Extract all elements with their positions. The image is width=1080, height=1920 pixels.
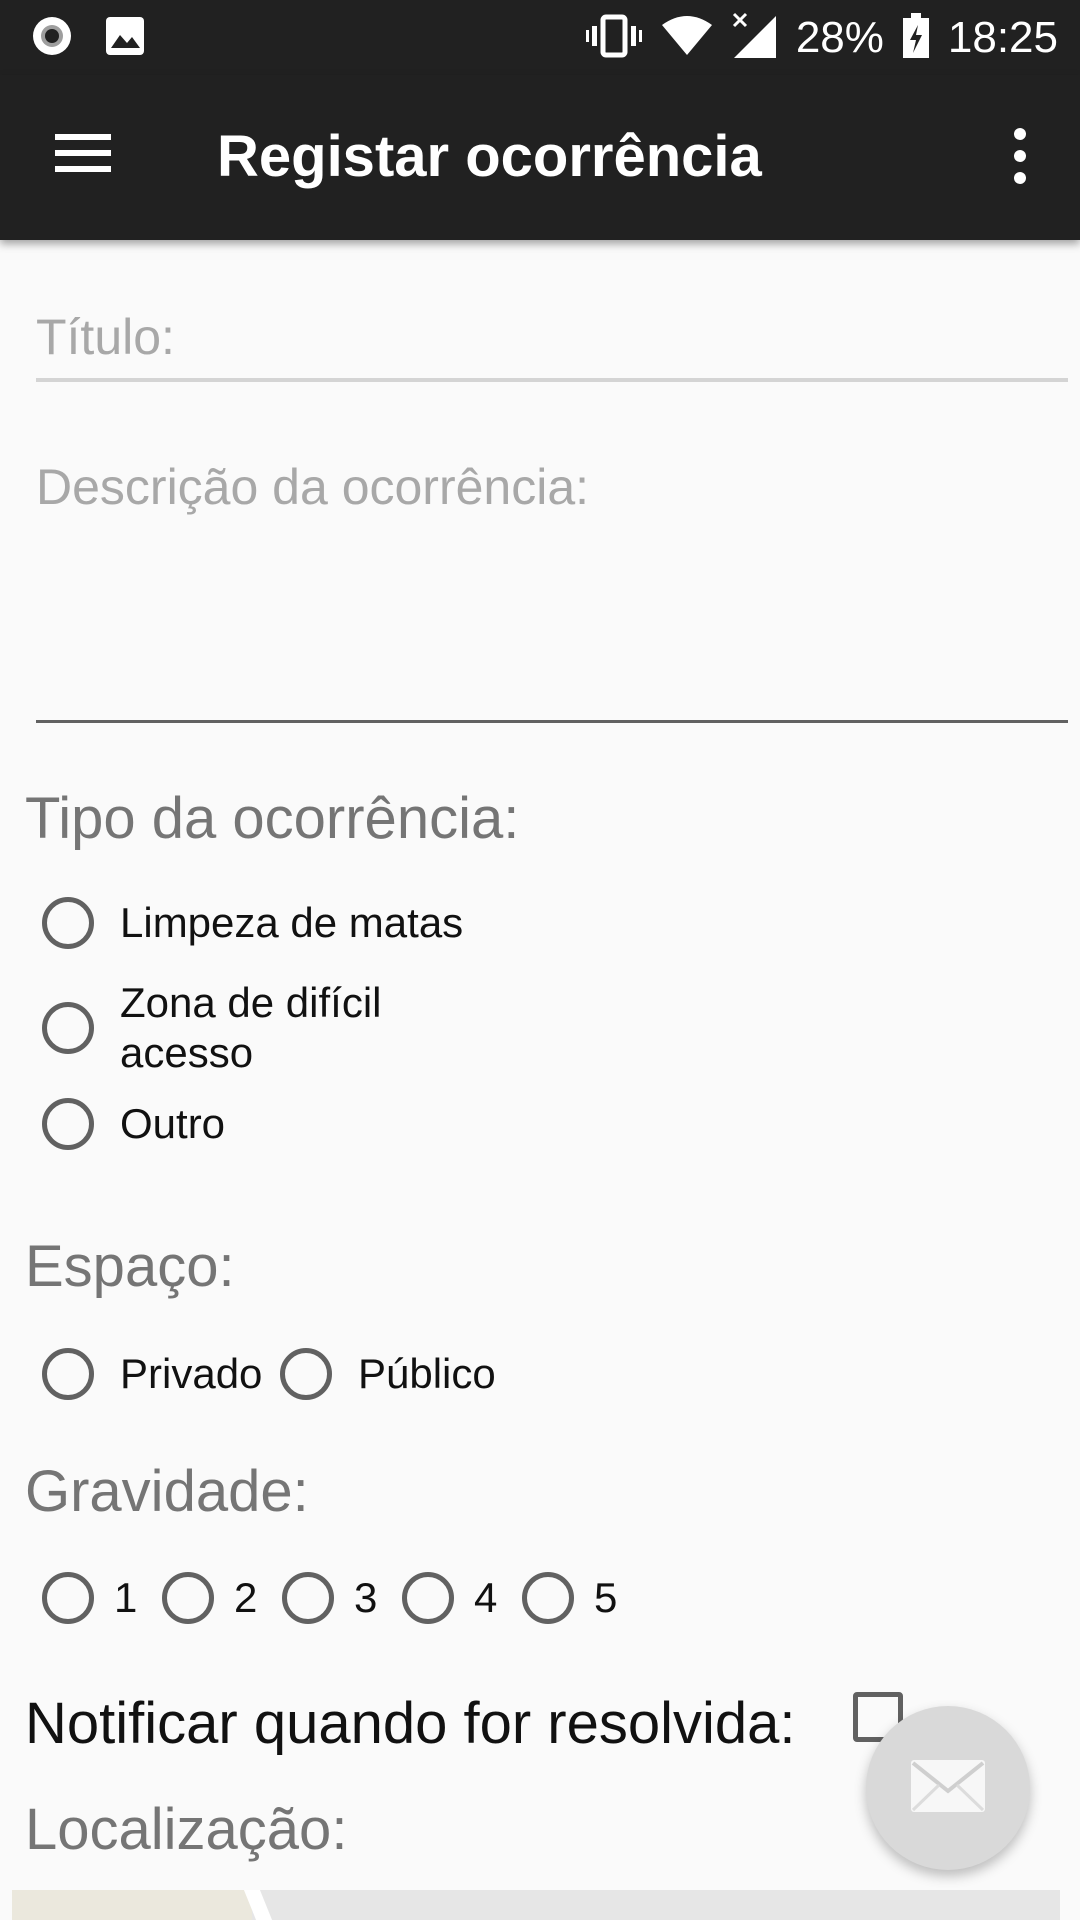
vibrate-icon bbox=[585, 14, 642, 63]
location-label: Localização: bbox=[25, 1797, 348, 1862]
radio-severity-2[interactable]: 2 bbox=[162, 1572, 257, 1624]
radio-label: Zona de difícil acesso bbox=[120, 979, 382, 1076]
radio-type-outro[interactable]: Outro bbox=[42, 1098, 225, 1150]
clock: 18:25 bbox=[947, 13, 1058, 62]
radio-label: 5 bbox=[594, 1574, 618, 1621]
signal-icon bbox=[732, 12, 778, 65]
radio-label: 1 bbox=[114, 1574, 138, 1621]
radio-type-zona[interactable]: Zona de difícil acesso bbox=[42, 978, 400, 1078]
radio-button[interactable] bbox=[282, 1572, 334, 1624]
notify-label: Notificar quando for resolvida: bbox=[25, 1691, 796, 1756]
radio-severity-3[interactable]: 3 bbox=[282, 1572, 377, 1624]
radio-space-publico[interactable]: Público bbox=[280, 1348, 496, 1400]
radio-label: Público bbox=[358, 1350, 496, 1397]
hamburger-menu-icon[interactable] bbox=[50, 130, 120, 182]
radio-button[interactable] bbox=[280, 1348, 332, 1400]
space-label: Espaço: bbox=[25, 1234, 235, 1299]
wifi-icon bbox=[660, 15, 714, 62]
app-bar: Registar ocorrência bbox=[0, 75, 1080, 240]
radio-severity-5[interactable]: 5 bbox=[522, 1572, 617, 1624]
image-icon bbox=[104, 15, 146, 62]
record-icon bbox=[30, 14, 74, 63]
radio-label: Privado bbox=[120, 1350, 263, 1397]
severity-label: Gravidade: bbox=[25, 1459, 309, 1524]
mail-icon bbox=[911, 1760, 985, 1812]
radio-button[interactable] bbox=[162, 1572, 214, 1624]
radio-button[interactable] bbox=[42, 1098, 94, 1150]
description-input[interactable] bbox=[36, 458, 1068, 723]
overflow-menu-icon[interactable] bbox=[1000, 128, 1040, 188]
radio-severity-1[interactable]: 1 bbox=[42, 1572, 137, 1624]
radio-label: Limpeza de matas bbox=[120, 899, 464, 946]
radio-label: 3 bbox=[354, 1574, 378, 1621]
radio-button[interactable] bbox=[522, 1572, 574, 1624]
radio-button[interactable] bbox=[42, 1572, 94, 1624]
radio-type-limpeza[interactable]: Limpeza de matas bbox=[42, 897, 463, 949]
location-map[interactable] bbox=[12, 1890, 1060, 1920]
radio-space-privado[interactable]: Privado bbox=[42, 1348, 262, 1400]
radio-button[interactable] bbox=[42, 1348, 94, 1400]
radio-label: 2 bbox=[234, 1574, 258, 1621]
battery-charging-icon bbox=[902, 12, 930, 64]
title-input[interactable] bbox=[36, 296, 1068, 382]
page-title: Registar ocorrência bbox=[217, 124, 762, 189]
battery-percent: 28% bbox=[795, 13, 884, 62]
radio-severity-4[interactable]: 4 bbox=[402, 1572, 497, 1624]
radio-label: Outro bbox=[120, 1100, 226, 1147]
status-bar: 28% 18:25 bbox=[0, 0, 1080, 75]
map-area bbox=[12, 1890, 252, 1920]
radio-button[interactable] bbox=[402, 1572, 454, 1624]
type-label: Tipo da ocorrência: bbox=[25, 786, 520, 851]
radio-button[interactable] bbox=[42, 897, 94, 949]
radio-label: 4 bbox=[474, 1574, 498, 1621]
radio-button[interactable] bbox=[42, 1002, 94, 1054]
send-fab-button[interactable] bbox=[866, 1706, 1030, 1870]
